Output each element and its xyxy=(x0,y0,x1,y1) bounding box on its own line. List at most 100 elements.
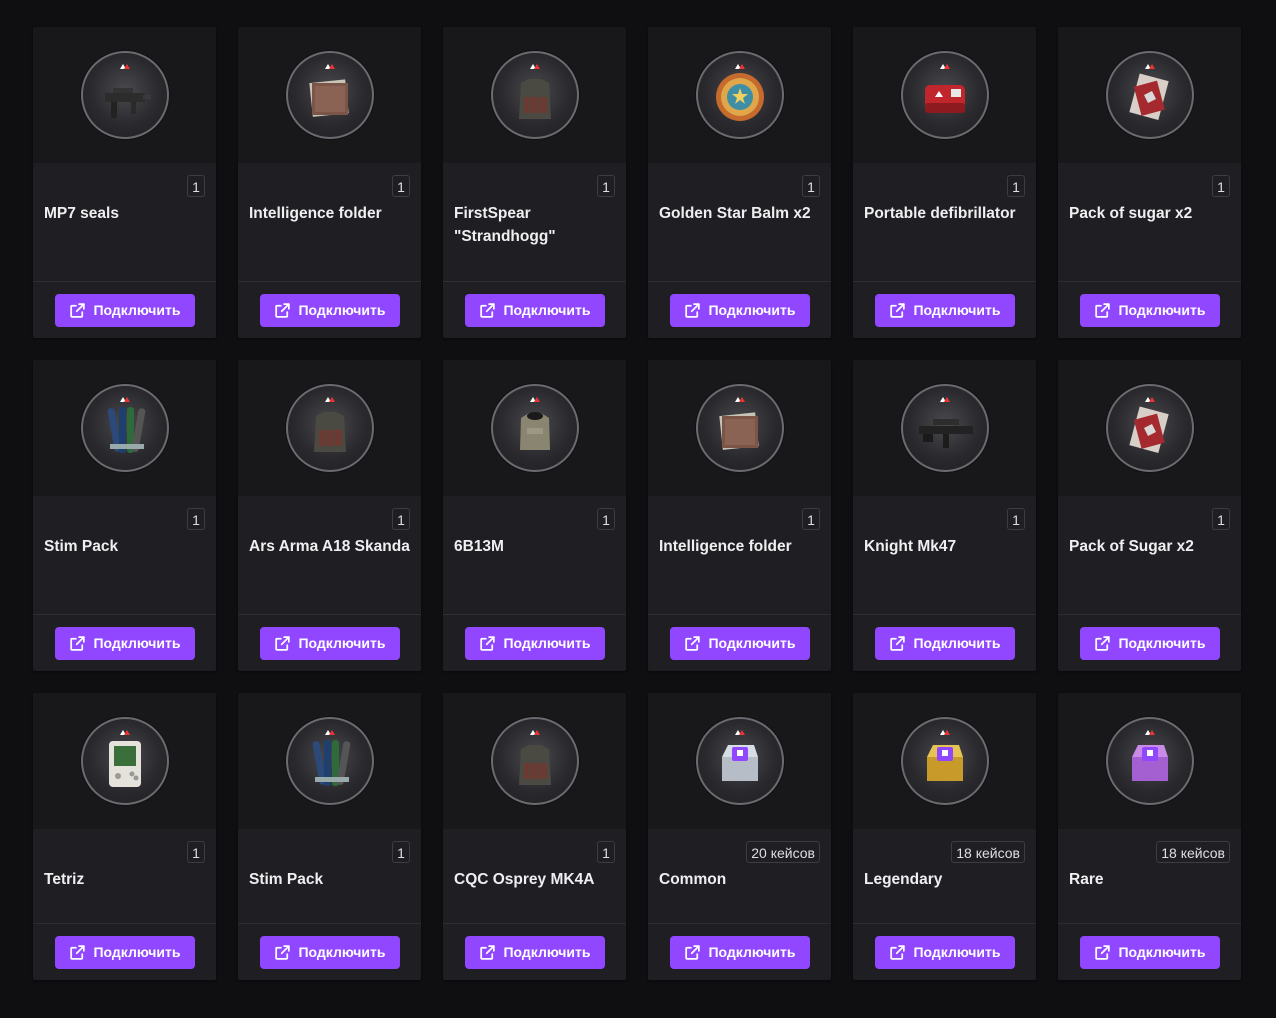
connect-button-label: Подключить xyxy=(503,635,591,651)
connect-button-label: Подключить xyxy=(913,635,1001,651)
drop-card: 1 6B13M Подключить xyxy=(443,360,626,671)
card-footer: Подключить xyxy=(853,281,1036,338)
connect-button[interactable]: Подключить xyxy=(259,935,400,969)
drops-grid: 1 MP7 seals Подключить 1 Intelligence folder… xyxy=(33,27,1245,1002)
count-badge: 1 xyxy=(802,175,820,197)
external-link-icon xyxy=(683,943,702,962)
drop-image-area xyxy=(33,693,216,829)
drop-name: Knight Mk47 xyxy=(864,538,957,555)
count-badge: 20 кейсов xyxy=(746,841,820,863)
connect-button[interactable]: Подключить xyxy=(464,293,605,327)
drop-name: Portable defibrillator xyxy=(864,205,1016,222)
drop-image-area xyxy=(443,693,626,829)
card-footer: Подключить xyxy=(853,923,1036,980)
drop-image-area xyxy=(1058,360,1241,496)
drop-name: Rare xyxy=(1069,871,1104,888)
stim-icon xyxy=(80,384,169,472)
drop-info: 1 Stim Pack xyxy=(33,496,216,614)
drop-card: 1 Stim Pack Подключить xyxy=(238,693,421,980)
external-link-icon xyxy=(273,943,292,962)
external-link-icon xyxy=(1093,634,1112,653)
drop-image-area xyxy=(648,360,831,496)
card-footer: Подключить xyxy=(648,281,831,338)
drop-card: 1 Tetriz Подключить xyxy=(33,693,216,980)
drop-card: 20 кейсов Common Подключить xyxy=(648,693,831,980)
connect-button[interactable]: Подключить xyxy=(54,935,195,969)
connect-button[interactable]: Подключить xyxy=(54,293,195,327)
external-link-icon xyxy=(68,301,87,320)
connect-button[interactable]: Подключить xyxy=(54,626,195,660)
drop-image-area xyxy=(238,27,421,163)
smg-icon xyxy=(80,51,169,139)
drop-name: Common xyxy=(659,871,727,888)
card-footer: Подключить xyxy=(1058,281,1241,338)
connect-button-label: Подключить xyxy=(708,944,796,960)
count-badge: 18 кейсов xyxy=(951,841,1025,863)
drop-name: Tetriz xyxy=(44,871,85,888)
connect-button[interactable]: Подключить xyxy=(464,935,605,969)
external-link-icon xyxy=(1093,301,1112,320)
connect-button[interactable]: Подключить xyxy=(464,626,605,660)
vest-icon xyxy=(490,51,579,139)
drop-info: 1 Tetriz xyxy=(33,829,216,923)
card-footer: Подключить xyxy=(33,614,216,671)
drop-card: 1 Pack of Sugar x2 Подключить xyxy=(1058,360,1241,671)
vest-icon xyxy=(490,717,579,805)
purple-case-icon xyxy=(1105,717,1194,805)
card-footer: Подключить xyxy=(33,281,216,338)
drop-image-area xyxy=(648,27,831,163)
count-badge: 1 xyxy=(392,841,410,863)
connect-button[interactable]: Подключить xyxy=(874,935,1015,969)
connect-button[interactable]: Подключить xyxy=(1079,293,1220,327)
connect-button[interactable]: Подключить xyxy=(1079,935,1220,969)
armor-icon xyxy=(490,384,579,472)
drop-name: 6B13M xyxy=(454,538,504,555)
connect-button-label: Подключить xyxy=(913,302,1001,318)
card-footer: Подключить xyxy=(648,614,831,671)
external-link-icon xyxy=(1093,943,1112,962)
drop-name: FirstSpear "Strandhogg" xyxy=(454,205,556,245)
drop-name: Stim Pack xyxy=(44,538,119,555)
connect-button[interactable]: Подключить xyxy=(259,293,400,327)
drop-card: 1 Intelligence folder Подключить xyxy=(648,360,831,671)
connect-button[interactable]: Подключить xyxy=(874,626,1015,660)
count-badge: 1 xyxy=(187,841,205,863)
external-link-icon xyxy=(273,301,292,320)
drop-image-area xyxy=(33,27,216,163)
count-badge: 1 xyxy=(187,175,205,197)
external-link-icon xyxy=(68,943,87,962)
count-badge: 18 кейсов xyxy=(1156,841,1230,863)
count-badge: 1 xyxy=(392,175,410,197)
folder-icon xyxy=(695,384,784,472)
drop-name: CQC Osprey MK4A xyxy=(454,871,595,888)
connect-button[interactable]: Подключить xyxy=(669,293,810,327)
connect-button[interactable]: Подключить xyxy=(874,293,1015,327)
drop-info: 1 Golden Star Balm x2 xyxy=(648,163,831,281)
count-badge: 1 xyxy=(597,508,615,530)
connect-button[interactable]: Подключить xyxy=(669,626,810,660)
card-footer: Подключить xyxy=(443,281,626,338)
connect-button[interactable]: Подключить xyxy=(1079,626,1220,660)
drop-image-area xyxy=(853,693,1036,829)
drop-card: 1 CQC Osprey MK4A Подключить xyxy=(443,693,626,980)
drop-info: 1 Pack of Sugar x2 xyxy=(1058,496,1241,614)
drop-image-area xyxy=(1058,27,1241,163)
external-link-icon xyxy=(478,301,497,320)
drop-image-area xyxy=(648,693,831,829)
stim-icon xyxy=(285,717,374,805)
drop-info: 1 6B13M xyxy=(443,496,626,614)
connect-button[interactable]: Подключить xyxy=(259,626,400,660)
balm-tin-icon xyxy=(695,51,784,139)
drop-info: 18 кейсов Rare xyxy=(1058,829,1241,923)
count-badge: 1 xyxy=(597,841,615,863)
folder-icon xyxy=(285,51,374,139)
connect-button[interactable]: Подключить xyxy=(669,935,810,969)
sugar-pack-icon xyxy=(1105,384,1194,472)
drop-card: 1 MP7 seals Подключить xyxy=(33,27,216,338)
drop-info: 1 Knight Mk47 xyxy=(853,496,1036,614)
external-link-icon xyxy=(683,634,702,653)
connect-button-label: Подключить xyxy=(1118,944,1206,960)
handheld-game-icon xyxy=(80,717,169,805)
drop-info: 1 Pack of sugar x2 xyxy=(1058,163,1241,281)
sugar-pack-icon xyxy=(1105,51,1194,139)
